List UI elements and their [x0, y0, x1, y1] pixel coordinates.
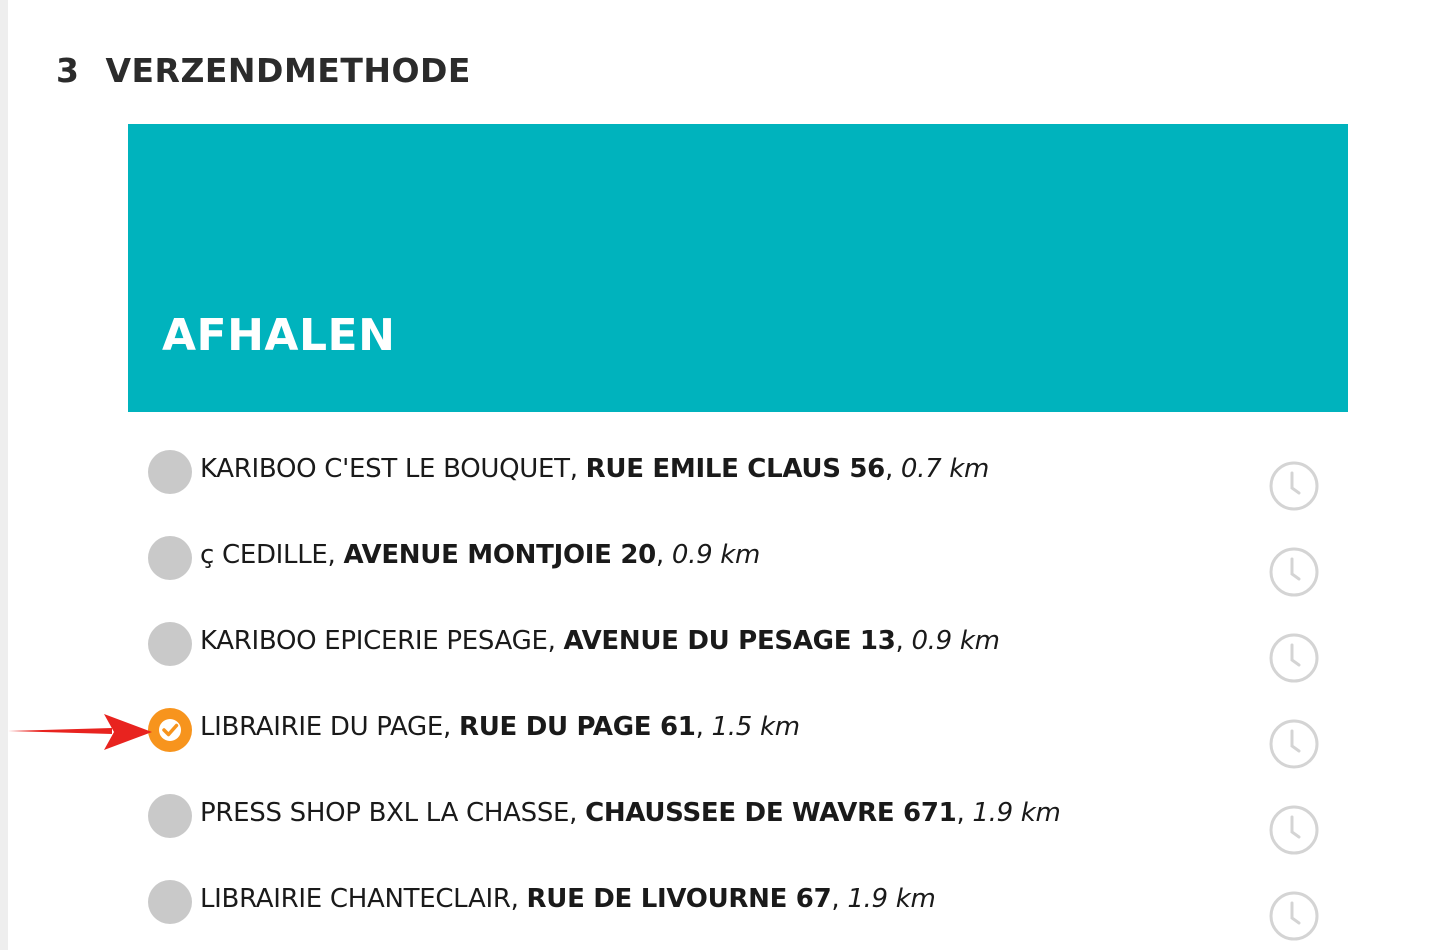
- pickup-street: CHAUSSEE DE WAVRE 671: [585, 798, 957, 828]
- pickup-option[interactable]: KARIBOO C'EST LE BOUQUET, RUE EMILE CLAU…: [148, 450, 1328, 511]
- pickup-name: ç CEDILLE: [200, 540, 328, 570]
- pickup-name: KARIBOO EPICERIE PESAGE: [200, 626, 548, 656]
- pickup-distance: 0.9 km: [671, 540, 761, 570]
- pickup-label[interactable]: LIBRAIRIE DU PAGE, RUE DU PAGE 61, 1.5 k…: [200, 712, 800, 742]
- pickup-distance: 1.5 km: [711, 712, 801, 742]
- radio-button[interactable]: [148, 880, 192, 924]
- radio-button-checked[interactable]: [148, 708, 192, 752]
- pickup-label[interactable]: ç CEDILLE, AVENUE MONTJOIE 20, 0.9 km: [200, 540, 760, 570]
- pickup-label[interactable]: KARIBOO EPICERIE PESAGE, AVENUE DU PESAG…: [200, 626, 1000, 656]
- clock-icon[interactable]: [1268, 718, 1320, 770]
- pickup-option[interactable]: PRESS SHOP BXL LA CHASSE, CHAUSSEE DE WA…: [148, 794, 1328, 855]
- pickup-street: RUE DE LIVOURNE 67: [526, 884, 832, 914]
- pickup-street: AVENUE MONTJOIE 20: [343, 540, 656, 570]
- pickup-label[interactable]: LIBRAIRIE CHANTECLAIR, RUE DE LIVOURNE 6…: [200, 884, 936, 914]
- pickup-option[interactable]: LIBRAIRIE CHANTECLAIR, RUE DE LIVOURNE 6…: [148, 880, 1328, 941]
- pickup-name: PRESS SHOP BXL LA CHASSE: [200, 798, 570, 828]
- pickup-list: KARIBOO C'EST LE BOUQUET, RUE EMILE CLAU…: [0, 0, 1438, 950]
- pickup-option[interactable]: KARIBOO EPICERIE PESAGE, AVENUE DU PESAG…: [148, 622, 1328, 683]
- pickup-name: LIBRAIRIE DU PAGE: [200, 712, 444, 742]
- clock-icon[interactable]: [1268, 804, 1320, 856]
- clock-icon[interactable]: [1268, 890, 1320, 942]
- clock-icon[interactable]: [1268, 632, 1320, 684]
- pickup-option-selected[interactable]: LIBRAIRIE DU PAGE, RUE DU PAGE 61, 1.5 k…: [148, 708, 1328, 769]
- pickup-street: AVENUE DU PESAGE 13: [563, 626, 896, 656]
- pickup-distance: 0.7 km: [900, 454, 990, 484]
- pickup-label[interactable]: KARIBOO C'EST LE BOUQUET, RUE EMILE CLAU…: [200, 454, 989, 484]
- arrow-icon: [8, 714, 152, 750]
- pickup-option[interactable]: ç CEDILLE, AVENUE MONTJOIE 20, 0.9 km: [148, 536, 1328, 597]
- clock-icon[interactable]: [1268, 460, 1320, 512]
- check-icon: [159, 719, 181, 741]
- pickup-distance: 1.9 km: [972, 798, 1061, 828]
- pickup-label[interactable]: PRESS SHOP BXL LA CHASSE, CHAUSSEE DE WA…: [200, 798, 1061, 828]
- pickup-distance: 1.9 km: [847, 884, 936, 914]
- pickup-name: LIBRAIRIE CHANTECLAIR: [200, 884, 511, 914]
- clock-icon[interactable]: [1268, 546, 1320, 598]
- radio-button[interactable]: [148, 536, 192, 580]
- radio-button[interactable]: [148, 450, 192, 494]
- checkout-page: 3 VERZENDMETHODE AFHALEN KARIBOO C'EST L…: [0, 0, 1438, 950]
- pickup-street: RUE DU PAGE 61: [458, 712, 696, 742]
- pickup-distance: 0.9 km: [911, 626, 1000, 656]
- pickup-name: KARIBOO C'EST LE BOUQUET: [200, 454, 570, 484]
- pickup-street: RUE EMILE CLAUS 56: [585, 454, 886, 484]
- radio-button[interactable]: [148, 622, 192, 666]
- radio-button[interactable]: [148, 794, 192, 838]
